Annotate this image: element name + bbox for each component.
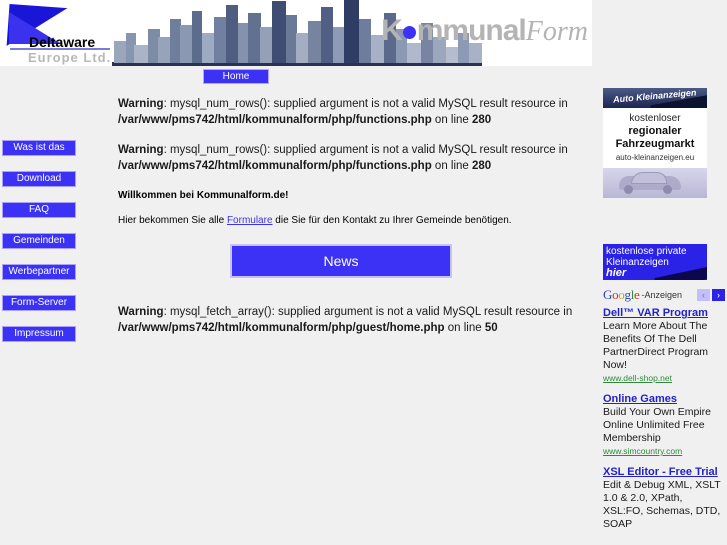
car-wheel-front-icon [624,185,633,194]
warning-label: Warning [118,306,164,318]
ad-kleinanzeigen-line3: hier [606,267,627,279]
php-warning-1: Warning: mysql_num_rows(): supplied argu… [118,96,580,128]
google-logo-e: e [634,287,640,302]
warning-online-text: on line [431,114,473,126]
prev-arrow-icon[interactable]: ‹ [697,289,710,301]
ad-auto-line1: kostenloser [629,113,681,124]
google-ad-title-dell[interactable]: Dell™ VAR Program [603,306,725,320]
google-ad-desc-dell: Learn More About The Benefits Of The Del… [603,320,709,371]
intro-text-before: Hier bekommen Sie alle [118,215,227,226]
intro-paragraph: Hier bekommen Sie alle Formulare die Sie… [118,215,580,226]
google-logo: Google [603,287,640,303]
skyline-building [202,33,214,63]
php-warning-3: Warning: mysql_fetch_array(): supplied a… [118,304,580,336]
ad-auto-banner: Auto Kleinanzeigen [603,88,707,108]
warning-path: /var/www/pms742/html/kommunalform/php/fu… [118,114,432,126]
brand-mmunal: mmunal [416,14,527,47]
brand-form: Form [525,16,588,47]
google-ad-url-online-games[interactable]: www.simcountry.com [603,446,725,456]
welcome-heading: Willkommen bei Kommunalform.de! [118,190,289,201]
warning-line-number: 50 [484,322,498,334]
sidebar-item-was-ist-das[interactable]: Was ist das [2,140,76,156]
main-content: Warning: mysql_num_rows(): supplied argu… [110,96,580,350]
brand-dot-icon [402,26,416,39]
warning-message: : mysql_fetch_array(): supplied argument… [163,306,573,318]
car-roof-icon [631,172,667,184]
brand-k: K [381,14,403,47]
php-warning-2: Warning: mysql_num_rows(): supplied argu… [118,142,580,174]
nav-item-home[interactable]: Home [203,69,269,84]
skyline-building [296,33,308,63]
logo-name: Deltaware [29,34,96,50]
ad-auto-line2: regionaler [628,125,682,137]
ad-kleinanzeigen-line1: kostenlose private [606,246,687,257]
top-navigation: Home [0,66,592,88]
skyline-building [446,47,458,63]
google-ad-item: Dell™ VAR Program Learn More About The B… [603,306,725,383]
ad-auto-url: auto-kleinanzeigen.eu [615,153,695,162]
google-ad-title-xsl-editor[interactable]: XSL Editor - Free Trial [603,465,725,479]
warning-online-text: on line [444,322,485,334]
ad-auto-body: kostenloser regionaler Fahrzeugmarkt aut… [603,108,707,166]
site-header: Deltaware Europe Ltd. KmmunalForm [0,0,592,66]
sidebar-item-gemeinden[interactable]: Gemeinden [2,233,76,249]
ad-kleinanzeigen-swoosh-icon [654,266,707,280]
warning-line-number: 280 [472,160,492,172]
google-ad-desc-xsl-editor: Edit & Debug XML, XSLT 1.0 & 2.0, XPath,… [603,479,721,530]
ad-auto-car-image [603,168,707,198]
google-logo-g1: G [603,287,613,302]
skyline-building [192,11,202,63]
sidebar-item-werbepartner[interactable]: Werbepartner [2,264,76,280]
warning-online-text: on line [431,160,473,172]
formulare-link[interactable]: Formulare [227,215,273,226]
google-ad-item: XSL Editor - Free Trial Edit & Debug XML… [603,465,725,531]
sidebar-item-form-server[interactable]: Form-Server [2,295,76,311]
skyline-building [359,19,371,63]
skyline-building [344,0,359,63]
news-button[interactable]: News [230,244,452,278]
skyline-building [272,1,286,63]
skyline-building [226,5,238,63]
sidebar-item-faq[interactable]: FAQ [2,202,76,218]
google-ads-label: -Anzeigen [641,290,683,300]
ad-auto-kleinanzeigen[interactable]: Auto Kleinanzeigen kostenloser regionale… [603,88,707,198]
google-ads-pager: ‹ › [697,289,725,301]
skyline-building [333,27,344,63]
car-wheel-rear-icon [663,185,672,194]
google-ads-header: Google -Anzeigen ‹ › [603,287,725,303]
right-sidebar: Auto Kleinanzeigen kostenloser regionale… [603,88,725,540]
kommunalform-wordmark: KmmunalForm [381,14,588,48]
ad-auto-line3: Fahrzeugmarkt [615,138,695,150]
skyline-building [308,21,321,63]
google-ad-item: Online Games Build Your Own Empire Onlin… [603,392,725,456]
deltaware-logo[interactable]: Deltaware Europe Ltd. [4,4,114,65]
warning-label: Warning [118,144,164,156]
next-arrow-icon[interactable]: › [712,289,725,301]
left-sidebar: Was ist das Download FAQ Gemeinden Werbe… [0,140,108,357]
warning-line-number: 280 [472,114,492,126]
warning-path: /var/www/pms742/html/kommunalform/php/gu… [118,322,445,334]
sidebar-item-download[interactable]: Download [2,171,76,187]
warning-message: : mysql_num_rows(): supplied argument is… [163,98,568,110]
logo-subtitle: Europe Ltd. [28,50,112,65]
warning-message: : mysql_num_rows(): supplied argument is… [163,144,568,156]
google-ad-desc-online-games: Build Your Own Empire Online Unlimited F… [603,406,711,444]
warning-path: /var/www/pms742/html/kommunalform/php/fu… [118,160,432,172]
skyline-building [260,27,272,63]
ad-kleinanzeigen[interactable]: kostenlose private Kleinanzeigen hier [603,244,707,280]
warning-label: Warning [118,98,164,110]
intro-text-after: die Sie für den Kontakt zu Ihrer Gemeind… [272,215,512,226]
sidebar-item-impressum[interactable]: Impressum [2,326,76,342]
skyline-building [321,7,333,63]
google-ads-block: Google -Anzeigen ‹ › Dell™ VAR Program L… [603,287,725,531]
google-ad-title-online-games[interactable]: Online Games [603,392,725,406]
google-ad-url-dell[interactable]: www.dell-shop.net [603,373,725,383]
